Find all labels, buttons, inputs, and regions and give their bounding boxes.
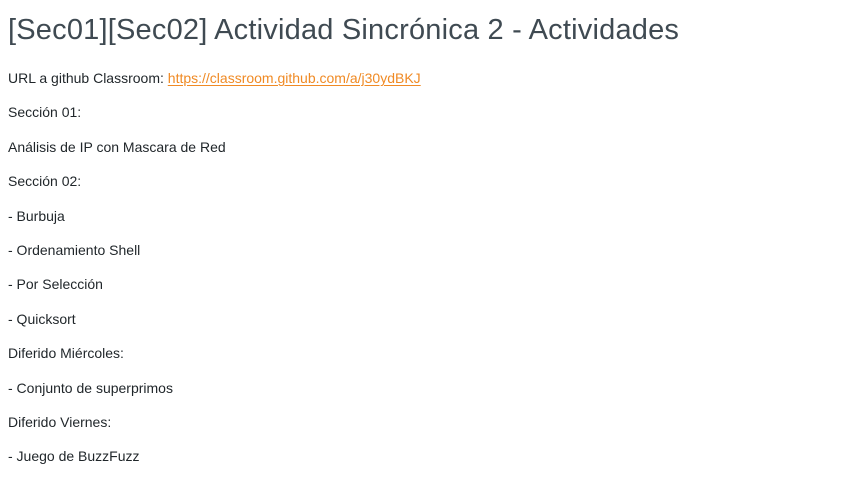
page-title: [Sec01][Sec02] Actividad Sincrónica 2 - … xyxy=(8,14,680,46)
deferred-wednesday-item: - Conjunto de superprimos xyxy=(8,379,173,396)
section-02-heading: Sección 02: xyxy=(8,173,82,190)
section-01-item: Análisis de IP con Mascara de Red xyxy=(8,138,226,155)
classroom-url-line: URL a github Classroom: https://classroo… xyxy=(8,70,842,104)
section-02-item-seleccion: - Por Selección xyxy=(8,276,103,293)
activity-page: [Sec01][Sec02] Actividad Sincrónica 2 - … xyxy=(0,0,850,487)
section-02-item-burbuja: - Burbuja xyxy=(8,207,65,224)
section-01-heading: Sección 01: xyxy=(8,104,82,121)
deferred-wednesday-heading: Diferido Miércoles: xyxy=(8,345,124,362)
section-02-item-quicksort: - Quicksort xyxy=(8,310,76,327)
deferred-friday-item: - Juego de BuzzFuzz xyxy=(8,448,140,465)
activity-description: URL a github Classroom: https://classroo… xyxy=(8,70,842,483)
classroom-url-label: URL a github Classroom: xyxy=(8,70,168,86)
deferred-friday-heading: Diferido Viernes: xyxy=(8,413,112,430)
classroom-link[interactable]: https://classroom.github.com/a/j30ydBKJ xyxy=(168,70,421,86)
section-02-item-shell: - Ordenamiento Shell xyxy=(8,241,141,258)
